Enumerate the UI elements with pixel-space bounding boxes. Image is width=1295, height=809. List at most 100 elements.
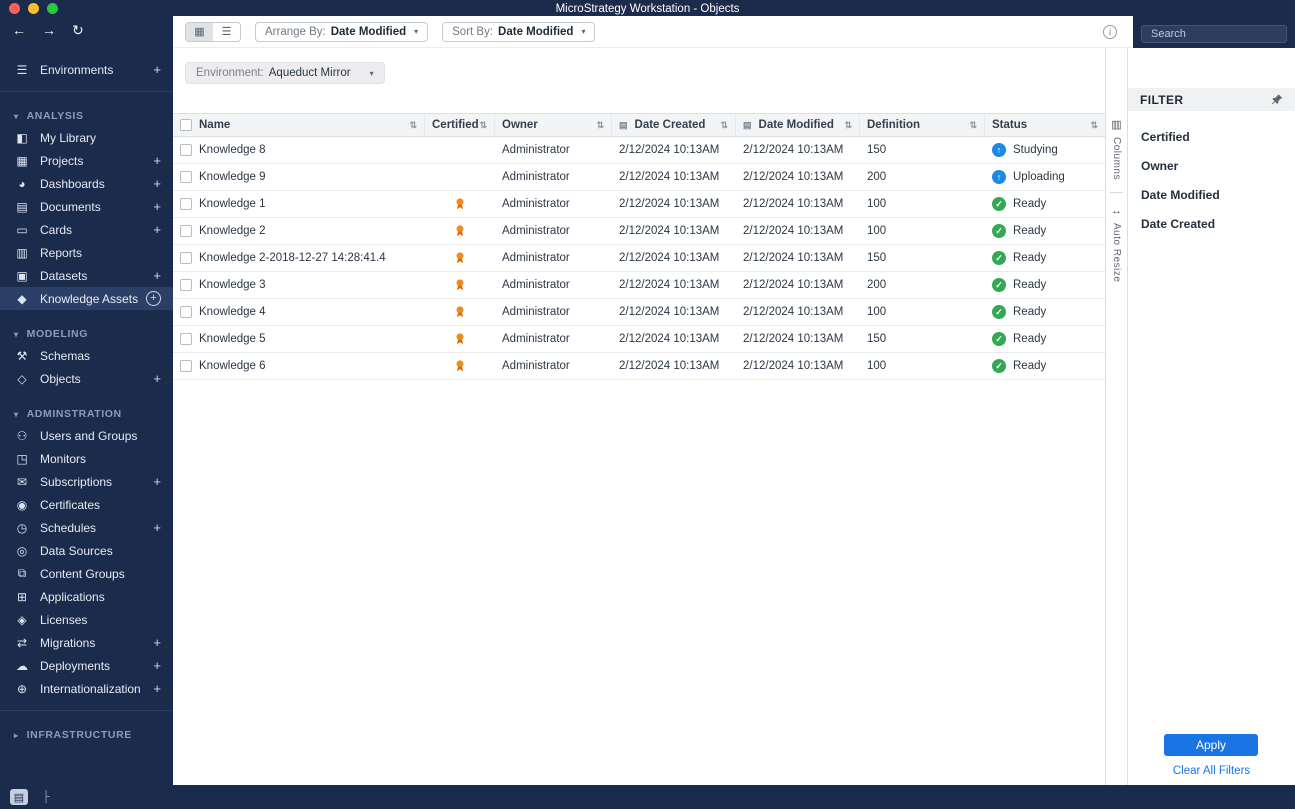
- add-icon[interactable]: +: [153, 521, 161, 534]
- sidebar-item-reports[interactable]: ▥ Reports +: [0, 241, 173, 264]
- filter-item-date-created[interactable]: Date Created: [1128, 209, 1295, 238]
- tree-view-button[interactable]: ├: [37, 789, 55, 805]
- table-row[interactable]: Knowledge 2 Administrator 2/12/2024 10:1…: [173, 218, 1105, 245]
- sidebar-item-monitors[interactable]: ◳ Monitors +: [0, 447, 173, 470]
- table-row[interactable]: Knowledge 1 Administrator 2/12/2024 10:1…: [173, 191, 1105, 218]
- grid-view-button[interactable]: ▦: [186, 22, 213, 41]
- add-icon[interactable]: +: [153, 177, 161, 190]
- sidebar-item-migrations[interactable]: ⇄ Migrations +: [0, 631, 173, 654]
- arrange-by-dropdown[interactable]: Arrange By: Date Modified ▾: [255, 21, 429, 42]
- apply-button[interactable]: Apply: [1164, 734, 1258, 756]
- sidebar-item-cards[interactable]: ▭ Cards +: [0, 218, 173, 241]
- select-all-checkbox[interactable]: [180, 119, 192, 131]
- sort-by-dropdown[interactable]: Sort By: Date Modified ▾: [442, 21, 596, 42]
- detail-view-button[interactable]: ▤: [10, 789, 28, 805]
- row-checkbox[interactable]: [180, 198, 192, 210]
- add-icon[interactable]: +: [153, 475, 161, 488]
- table-row[interactable]: Knowledge 6 Administrator 2/12/2024 10:1…: [173, 353, 1105, 380]
- column-header-status[interactable]: Status ⇅: [985, 114, 1105, 136]
- add-icon[interactable]: +: [153, 659, 161, 672]
- status-label: Ready: [1013, 252, 1047, 264]
- info-icon[interactable]: i: [1103, 24, 1117, 39]
- sidebar-divider[interactable]: +: [0, 91, 173, 92]
- column-header-date-modified[interactable]: ▤ Date Modified ⇅: [736, 114, 860, 136]
- table-row[interactable]: Knowledge 3 Administrator 2/12/2024 10:1…: [173, 272, 1105, 299]
- add-icon[interactable]: +: [153, 63, 161, 76]
- add-icon[interactable]: +: [153, 372, 161, 385]
- row-checkbox[interactable]: [180, 171, 192, 183]
- sidebar-item-documents[interactable]: ▤ Documents +: [0, 195, 173, 218]
- table-row[interactable]: Knowledge 2-2018-12-27 14:28:41.4 Admini…: [173, 245, 1105, 272]
- clear-all-filters-link[interactable]: Clear All Filters: [1128, 765, 1295, 777]
- column-header-definition[interactable]: Definition ⇅: [860, 114, 985, 136]
- add-icon[interactable]: +: [153, 200, 161, 213]
- back-icon[interactable]: ←: [12, 22, 26, 39]
- sidebar-item-licenses[interactable]: ◈ Licenses +: [0, 608, 173, 631]
- forward-icon[interactable]: →: [42, 22, 56, 39]
- object-name: Knowledge 6: [199, 360, 266, 372]
- add-icon[interactable]: +: [153, 682, 161, 695]
- columns-button[interactable]: ▥ Columns: [1111, 118, 1122, 180]
- add-icon[interactable]: +: [146, 291, 161, 306]
- environment-dropdown[interactable]: Environment: Aqueduct Mirror ▾: [185, 62, 385, 84]
- date-created-value: 2/12/2024 10:13AM: [619, 360, 720, 372]
- sidebar-item-projects[interactable]: ▦ Projects +: [0, 149, 173, 172]
- sidebar-item-deployments[interactable]: ☁ Deployments +: [0, 654, 173, 677]
- column-label: Definition: [867, 119, 921, 131]
- pin-icon[interactable]: [1271, 94, 1283, 106]
- filter-item-date-modified[interactable]: Date Modified: [1128, 180, 1295, 209]
- refresh-icon[interactable]: ↻: [72, 22, 84, 39]
- row-checkbox[interactable]: [180, 333, 192, 345]
- sidebar-item-knowledge-assets[interactable]: ◆ Knowledge Assets +: [0, 287, 173, 310]
- sidebar-item-internationalization[interactable]: ⊕ Internationalization +: [0, 677, 173, 700]
- search-input[interactable]: [1141, 25, 1287, 43]
- sidebar-section-administration[interactable]: ▾ ADMINSTRATION +: [0, 404, 173, 424]
- sidebar-item-schedules[interactable]: ◷ Schedules +: [0, 516, 173, 539]
- row-checkbox[interactable]: [180, 306, 192, 318]
- row-checkbox[interactable]: [180, 252, 192, 264]
- sidebar-item-my-library[interactable]: ◧ My Library +: [0, 126, 173, 149]
- filter-item-owner[interactable]: Owner: [1128, 151, 1295, 180]
- table-row[interactable]: Knowledge 9 Administrator 2/12/2024 10:1…: [173, 164, 1105, 191]
- filter-item-label: Certified: [1141, 129, 1190, 144]
- column-header-date-created[interactable]: ▤ Date Created ⇅: [612, 114, 736, 136]
- side-tool-strip: ▥ Columns ↔ Auto Resize: [1105, 48, 1128, 785]
- sidebar-item-dashboards[interactable]: ◕ Dashboards +: [0, 172, 173, 195]
- main-content: Environment: Aqueduct Mirror ▾ Name ⇅ Ce…: [173, 48, 1105, 785]
- auto-resize-button[interactable]: ↔ Auto Resize: [1111, 205, 1122, 282]
- column-label: Owner: [502, 119, 538, 131]
- sidebar-section-analysis[interactable]: ▾ ANALYSIS +: [0, 106, 173, 126]
- sidebar-item-subscriptions[interactable]: ✉ Subscriptions +: [0, 470, 173, 493]
- add-icon[interactable]: +: [153, 269, 161, 282]
- row-checkbox[interactable]: [180, 360, 192, 372]
- column-label: Certified: [432, 119, 479, 131]
- list-view-button[interactable]: ☰: [213, 22, 240, 41]
- sidebar-item-datasets[interactable]: ▣ Datasets +: [0, 264, 173, 287]
- row-checkbox[interactable]: [180, 144, 192, 156]
- add-icon[interactable]: +: [153, 154, 161, 167]
- sidebar-item-objects[interactable]: ◇ Objects +: [0, 367, 173, 390]
- table-row[interactable]: Knowledge 5 Administrator 2/12/2024 10:1…: [173, 326, 1105, 353]
- row-checkbox[interactable]: [180, 225, 192, 237]
- sidebar-item-schemas[interactable]: ⚒ Schemas +: [0, 344, 173, 367]
- status-icon: [992, 170, 1006, 184]
- row-checkbox[interactable]: [180, 279, 192, 291]
- column-header-certified[interactable]: Certified ⇅: [425, 114, 495, 136]
- sidebar-divider[interactable]: +: [0, 710, 173, 711]
- sidebar-section-infrastructure[interactable]: ▸ INFRASTRUCTURE +: [0, 725, 173, 745]
- table-row[interactable]: Knowledge 8 Administrator 2/12/2024 10:1…: [173, 137, 1105, 164]
- add-icon[interactable]: +: [153, 636, 161, 649]
- column-header-name[interactable]: Name ⇅: [173, 114, 425, 136]
- column-header-owner[interactable]: Owner ⇅: [495, 114, 612, 136]
- sidebar-item-content-groups[interactable]: ⧉ Content Groups +: [0, 562, 173, 585]
- sidebar-item-data-sources[interactable]: ◎ Data Sources +: [0, 539, 173, 562]
- sidebar-section-modeling[interactable]: ▾ MODELING +: [0, 324, 173, 344]
- sidebar-item-environments[interactable]: ☰ Environments +: [0, 58, 173, 81]
- filter-item-certified[interactable]: Certified: [1128, 122, 1295, 151]
- sidebar-item-certificates[interactable]: ◉ Certificates +: [0, 493, 173, 516]
- add-icon[interactable]: +: [153, 223, 161, 236]
- sidebar-item-users-and-groups[interactable]: ⚇ Users and Groups +: [0, 424, 173, 447]
- sidebar-item-label: Monitors: [40, 451, 87, 466]
- table-row[interactable]: Knowledge 4 Administrator 2/12/2024 10:1…: [173, 299, 1105, 326]
- sidebar-item-applications[interactable]: ⊞ Applications +: [0, 585, 173, 608]
